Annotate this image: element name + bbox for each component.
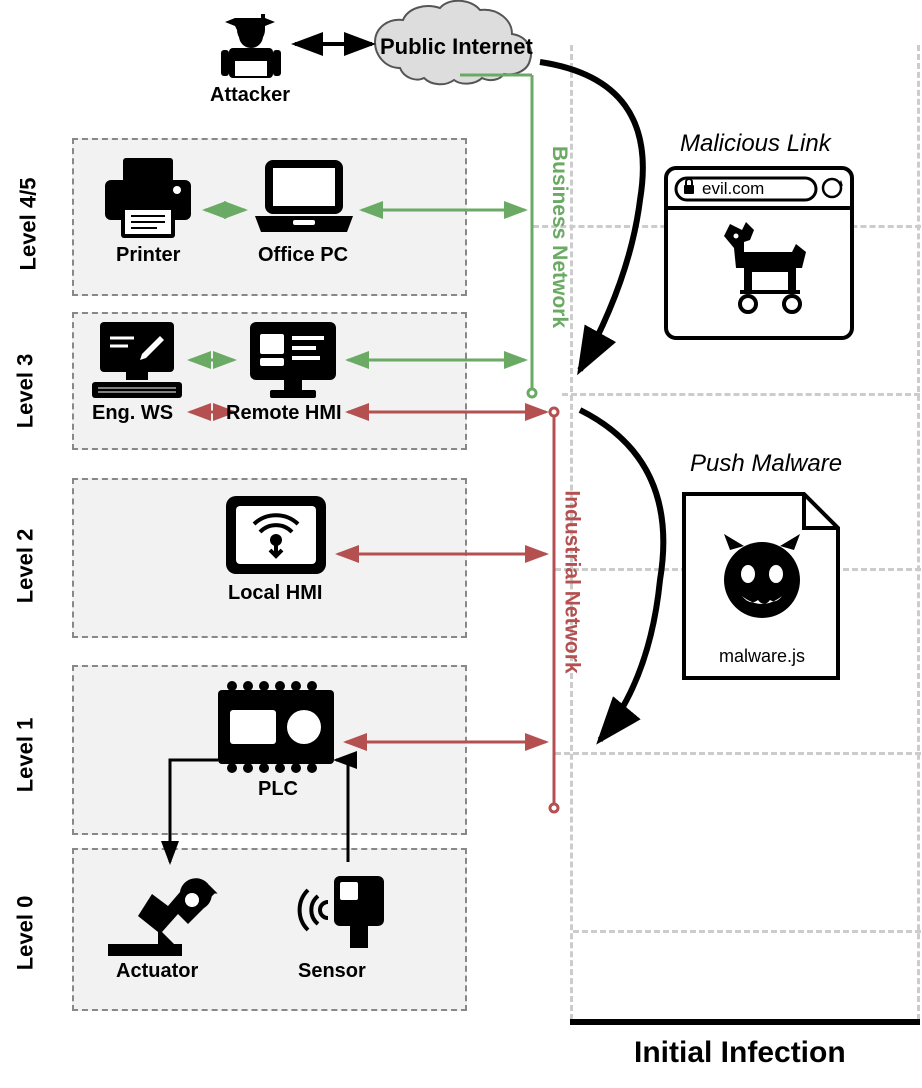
devil-face-icon bbox=[724, 534, 800, 618]
printer-label: Printer bbox=[116, 244, 180, 267]
sensor-icon bbox=[300, 876, 384, 948]
localhmi-label: Local HMI bbox=[228, 582, 322, 605]
plc-actuator-link bbox=[170, 760, 218, 862]
engws-label: Eng. WS bbox=[92, 402, 173, 425]
push-malware-label: Push Malware bbox=[690, 450, 842, 478]
workstation-icon bbox=[92, 322, 182, 398]
attacker-icon bbox=[221, 14, 281, 78]
malware-file-box: malware.js bbox=[678, 488, 848, 688]
malware-filename: malware.js bbox=[719, 646, 805, 666]
push-malware-arrow bbox=[580, 410, 663, 740]
evil-url-text: evil.com bbox=[702, 179, 764, 198]
malicious-link-label: Malicious Link bbox=[680, 130, 831, 158]
actuator-label: Actuator bbox=[116, 960, 198, 983]
printer-icon bbox=[105, 158, 191, 238]
plc-label: PLC bbox=[258, 778, 298, 801]
initial-infection-label: Initial Infection bbox=[634, 1036, 846, 1070]
remotehmi-label: Remote HMI bbox=[226, 402, 342, 425]
laptop-icon bbox=[255, 160, 353, 232]
attacker-label: Attacker bbox=[210, 84, 290, 107]
officepc-label: Office PC bbox=[258, 244, 348, 267]
industrial-network-label: Industrial Network bbox=[560, 490, 584, 673]
remote-hmi-icon bbox=[250, 322, 336, 398]
sensor-plc-link bbox=[336, 760, 348, 862]
browser-trojan-box: evil.com bbox=[664, 166, 854, 346]
actuator-icon bbox=[108, 878, 214, 956]
public-internet-label: Public Internet bbox=[380, 34, 533, 60]
local-hmi-icon bbox=[226, 496, 326, 574]
plc-icon bbox=[218, 681, 334, 773]
sensor-label: Sensor bbox=[298, 960, 366, 983]
business-network-label: Business Network bbox=[547, 146, 571, 328]
